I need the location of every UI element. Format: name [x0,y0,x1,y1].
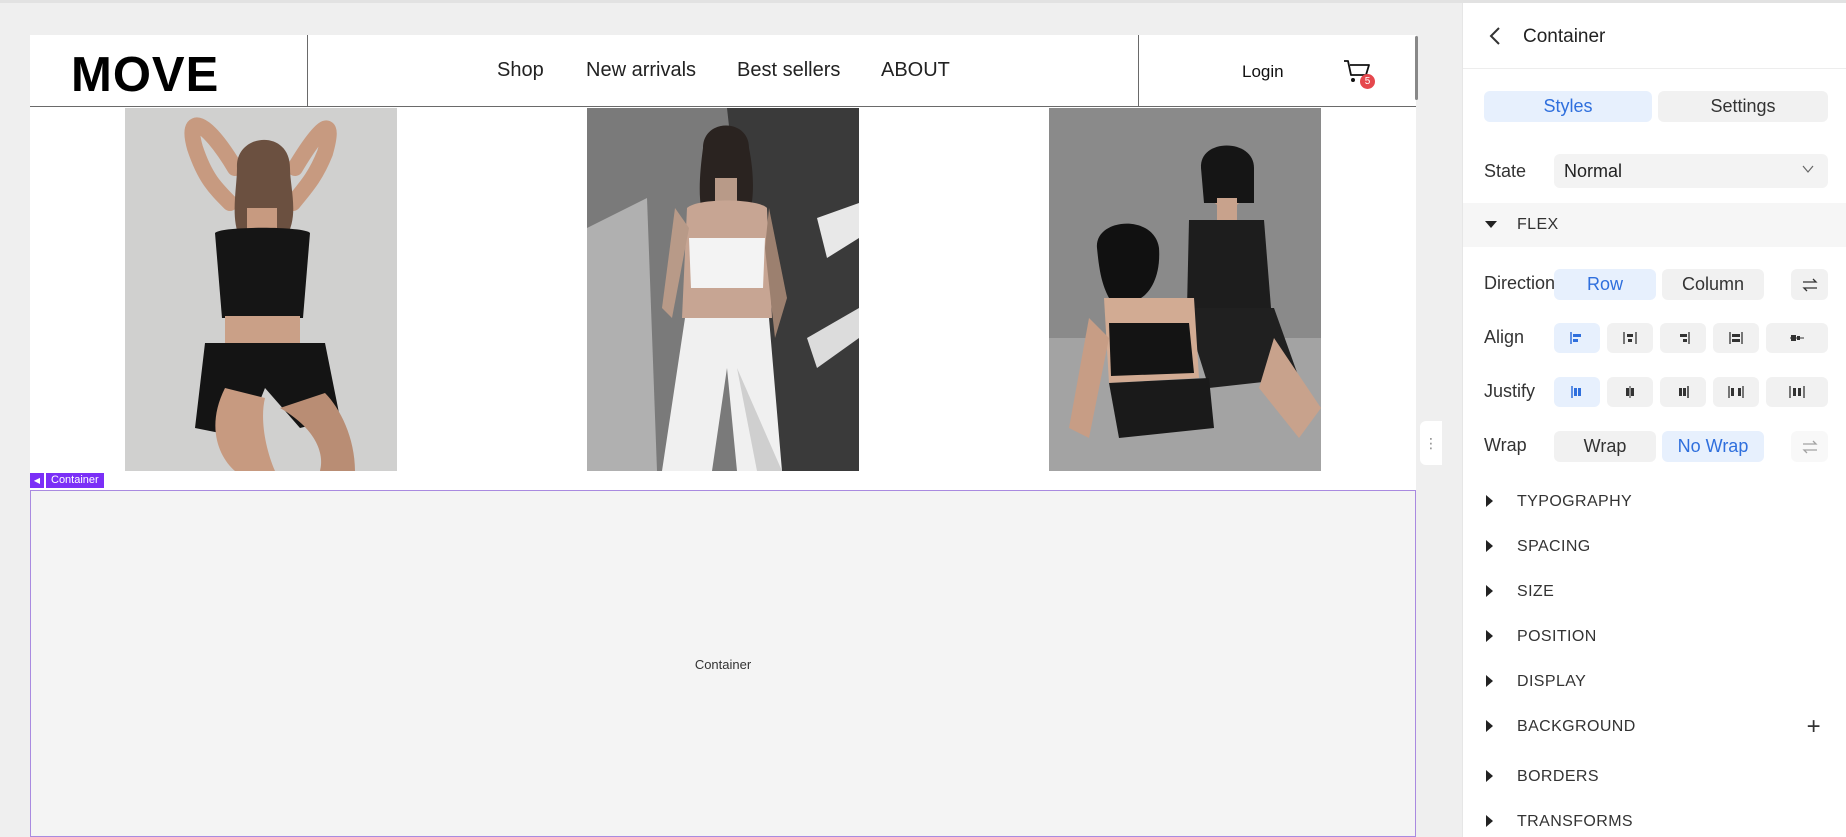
product-image-1[interactable] [125,108,397,471]
align-label: Align [1484,327,1525,347]
section-transforms-label: TRANSFORMS [1517,813,1633,830]
product-image-2[interactable] [587,108,859,471]
caret-right-icon [1486,675,1493,687]
state-label: State [1484,161,1527,181]
cart-count-badge: 5 [1360,74,1375,89]
section-size[interactable]: SIZE [1463,570,1846,614]
justify-center-icon[interactable] [1607,377,1653,407]
section-position[interactable]: POSITION [1463,615,1846,659]
justify-space-between-icon[interactable] [1713,377,1759,407]
chevron-down-icon [1802,165,1814,173]
section-transforms[interactable]: TRANSFORMS [1463,800,1846,837]
section-position-label: POSITION [1517,628,1597,645]
section-display-label: DISPLAY [1517,673,1587,690]
canvas-scrollbar[interactable] [1415,36,1418,100]
header-divider [1138,35,1139,107]
section-spacing[interactable]: SPACING [1463,525,1846,569]
section-typography-label: TYPOGRAPHY [1517,493,1633,510]
section-borders[interactable]: BORDERS [1463,755,1846,799]
align-center-icon[interactable] [1607,323,1653,353]
justify-space-around-icon[interactable] [1766,377,1828,407]
caret-right-icon [1486,815,1493,827]
chevron-left-icon[interactable] [1485,25,1507,47]
section-typography[interactable]: TYPOGRAPHY [1463,480,1846,524]
caret-right-icon [1486,720,1493,732]
section-display[interactable]: DISPLAY [1463,660,1846,704]
login-link[interactable]: Login [1242,62,1284,82]
site-header[interactable]: MOVE Shop New arrivals Best sellers ABOU… [30,35,1416,107]
direction-label: Direction [1484,273,1556,293]
align-end-icon[interactable] [1660,323,1706,353]
nav-new-arrivals[interactable]: New arrivals [586,59,696,82]
justify-end-icon[interactable] [1660,377,1706,407]
panel-title: Container [1523,26,1606,47]
section-spacing-label: SPACING [1517,538,1591,555]
panel-header: Container [1463,3,1846,69]
wrap-label: Wrap [1484,435,1527,455]
selected-element-label: Container [46,473,104,488]
tag-caret-left-icon[interactable]: ◀ [30,473,44,488]
tab-styles[interactable]: Styles [1484,91,1652,122]
justify-start-icon[interactable] [1554,377,1600,407]
state-select-value: Normal [1564,161,1623,181]
container-placeholder-text: Container [694,657,752,672]
section-background-label: BACKGROUND [1517,718,1636,735]
direction-row-button[interactable]: Row [1554,269,1656,300]
selected-element-tag[interactable]: ◀ Container [30,473,104,488]
align-stretch-icon[interactable] [1713,323,1759,353]
wrap-button[interactable]: Wrap [1554,431,1656,462]
site-logo[interactable]: MOVE [71,47,219,103]
state-select[interactable]: Normal [1554,154,1828,188]
swap-icon[interactable] [1791,269,1828,300]
section-size-label: SIZE [1517,583,1555,600]
justify-label: Justify [1484,381,1536,401]
nav-best-sellers[interactable]: Best sellers [737,59,840,82]
section-flex[interactable]: FLEX [1463,203,1846,247]
align-baseline-icon[interactable] [1766,323,1828,353]
plus-icon[interactable]: + [1807,715,1821,739]
nav-shop[interactable]: Shop [497,59,544,82]
design-canvas[interactable]: MOVE Shop New arrivals Best sellers ABOU… [30,35,1416,837]
direction-column-button[interactable]: Column [1662,269,1764,300]
caret-right-icon [1486,630,1493,642]
no-wrap-button[interactable]: No Wrap [1662,431,1764,462]
section-borders-label: BORDERS [1517,768,1599,785]
vertical-dots-icon[interactable]: ⋮ [1420,421,1442,465]
wrap-reverse-icon[interactable] [1791,431,1828,462]
align-start-icon[interactable] [1554,323,1600,353]
section-flex-label: FLEX [1517,216,1559,233]
caret-right-icon [1486,495,1493,507]
section-background[interactable]: BACKGROUND + [1463,705,1846,749]
nav-about[interactable]: ABOUT [881,59,950,82]
header-divider [307,35,308,107]
tab-settings[interactable]: Settings [1658,91,1828,122]
product-image-3[interactable] [1049,108,1321,471]
style-panel: Container Styles Settings State Normal F… [1462,3,1846,837]
caret-down-icon [1485,221,1497,228]
caret-right-icon [1486,770,1493,782]
selected-container[interactable]: Container [30,490,1416,837]
caret-right-icon [1486,540,1493,552]
caret-right-icon [1486,585,1493,597]
